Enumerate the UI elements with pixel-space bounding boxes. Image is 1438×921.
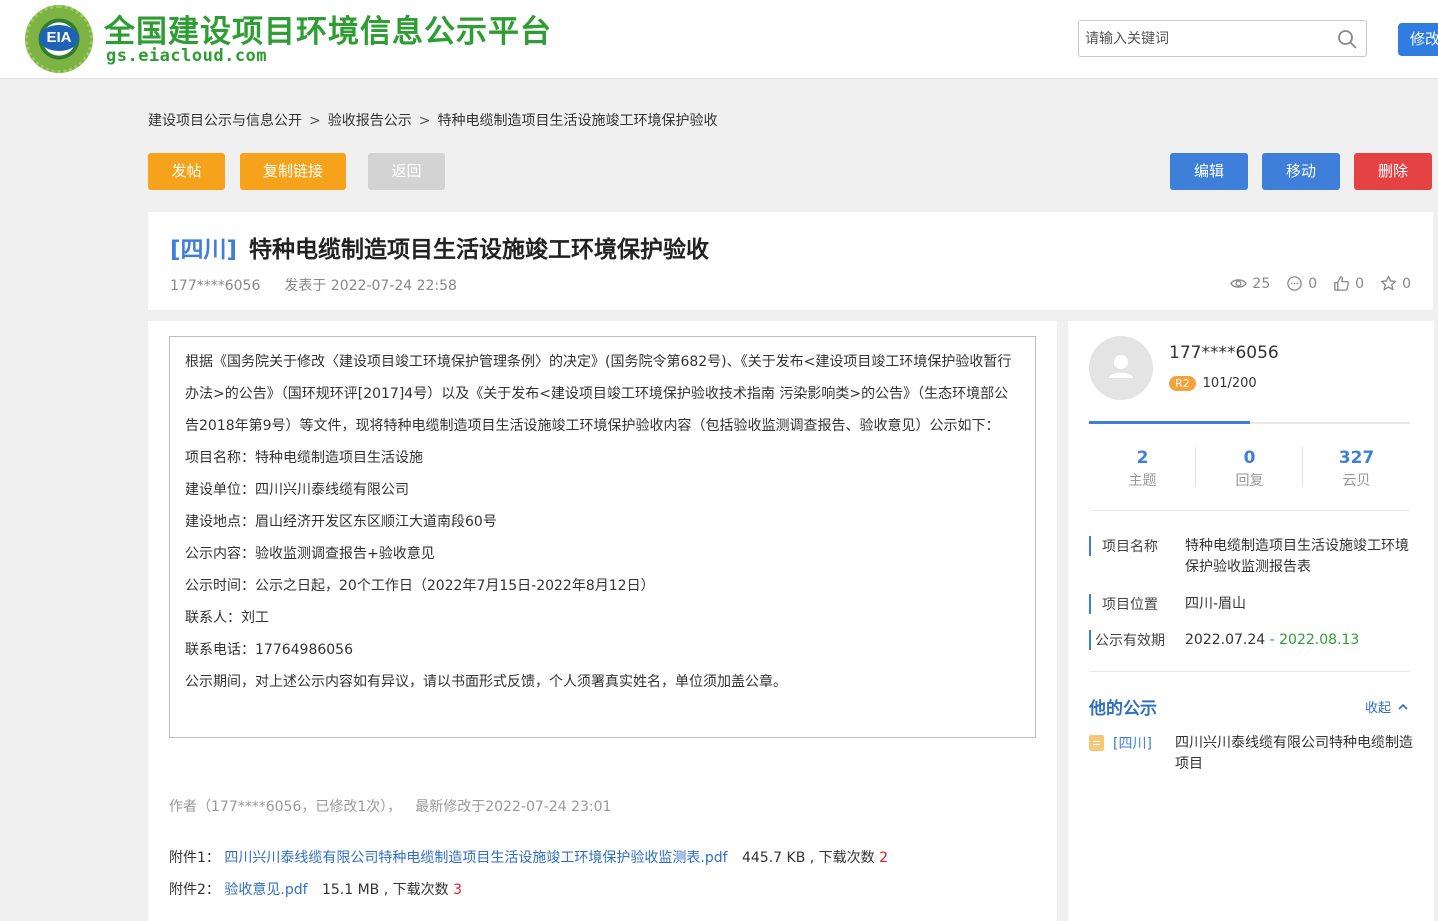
project-name-value: 特种电缆制造项目生活设施竣工环境保护验收监测报告表 xyxy=(1185,538,1409,575)
divider xyxy=(1089,510,1410,511)
post-region[interactable]: [四川] xyxy=(170,237,237,263)
post-meta: 177****6056 发表于 2022-07-24 22:58 xyxy=(170,275,457,295)
search-box xyxy=(1078,20,1367,57)
level-badge: R2 xyxy=(1169,376,1196,391)
validity-row: 公示有效期 2022.07.24 - 2022.08.13 xyxy=(1089,630,1419,652)
breadcrumb-item-category[interactable]: 验收报告公示 xyxy=(328,113,412,129)
attachment-size: 445.7 KB , 下载次数 xyxy=(741,850,875,866)
breadcrumb: 建设项目公示与信息公开 > 验收报告公示 > 特种电缆制造项目生活设施竣工环境保护验收 xyxy=(148,110,717,130)
breadcrumb-item-current: 特种电缆制造项目生活设施竣工环境保护验收 xyxy=(437,113,718,129)
breadcrumb-item-section[interactable]: 建设项目公示与信息公开 xyxy=(148,113,302,129)
chevron-up-icon xyxy=(1398,703,1408,710)
copy-link-button[interactable]: 复制链接 xyxy=(240,153,346,190)
project-location-row: 项目位置 四川-眉山 xyxy=(1089,594,1419,616)
comments-count: 0 xyxy=(1308,275,1318,292)
replies-count[interactable]: 0 回复 xyxy=(1196,448,1303,490)
notice-project-name: 项目名称：特种电缆制造项目生活设施 xyxy=(185,450,423,466)
avatar[interactable] xyxy=(1089,336,1153,400)
notice-location: 建设地点：眉山经济开发区东区顺江大道南段60号 xyxy=(185,514,497,530)
coins-count[interactable]: 327 云贝 xyxy=(1303,448,1410,490)
attachment-label: 附件2： xyxy=(169,882,220,898)
profile-tab-indicator xyxy=(1089,421,1410,424)
author-info: 作者（177****6056，已修改1次）， xyxy=(169,799,402,815)
search-input[interactable] xyxy=(1085,27,1325,51)
back-button[interactable]: 返回 xyxy=(368,153,445,190)
views-stat: 25 xyxy=(1230,275,1270,292)
author-line: 作者（177****6056，已修改1次）， 最新修改于2022-07-24 23… xyxy=(169,796,611,816)
breadcrumb-separator: > xyxy=(418,113,431,129)
attachment-downloads: 3 xyxy=(453,882,463,898)
notice-builder: 建设单位：四川兴川泰线缆有限公司 xyxy=(185,482,409,498)
level-progress: 101/200 xyxy=(1202,376,1257,391)
their-posts-title: 他的公示 xyxy=(1089,699,1157,719)
their-post-title[interactable]: 四川兴川泰线缆有限公司特种电缆制造项目 xyxy=(1175,733,1415,775)
notice-paragraph: 根据《国务院关于修改〈建设项目竣工环境保护管理条例〉的决定》(国务院令第682号… xyxy=(185,354,1012,434)
views-count: 25 xyxy=(1252,275,1271,292)
post-title-text: 特种电缆制造项目生活设施竣工环境保护验收 xyxy=(249,237,710,263)
author-sidebar: 177****6056 R2 101/200 2 主题 0 回复 327 云贝 … xyxy=(1068,321,1434,921)
site-domain: gs.eiacloud.com xyxy=(106,46,268,66)
document-icon xyxy=(1089,735,1104,751)
post-stats: 25 0 0 0 xyxy=(1230,275,1411,292)
modify-button[interactable]: 修改 xyxy=(1398,23,1438,56)
their-post-region[interactable]: [四川] xyxy=(1113,733,1152,753)
user-icon xyxy=(1109,355,1133,378)
site-logo[interactable]: EIA xyxy=(25,5,93,73)
comment-icon xyxy=(1287,276,1303,291)
thumbs-up-icon xyxy=(1334,276,1350,291)
notice-phone: 联系电话：17764986056 xyxy=(185,642,353,658)
likes-stat[interactable]: 0 xyxy=(1333,275,1364,292)
attachment-link[interactable]: 验收意见.pdf xyxy=(224,882,307,898)
post-content-card: 根据《国务院关于修改〈建设项目竣工环境保护管理条例〉的决定》(国务院令第682号… xyxy=(148,321,1057,921)
attachment-link[interactable]: 四川兴川泰线缆有限公司特种电缆制造项目生活设施竣工环境保护验收监测表.pdf xyxy=(224,850,727,866)
attachment-downloads: 2 xyxy=(879,850,889,866)
project-name-label: 项目名称 xyxy=(1089,536,1158,556)
notice-body: 根据《国务院关于修改〈建设项目竣工环境保护管理条例〉的决定》(国务院令第682号… xyxy=(169,336,1036,738)
user-level: R2 101/200 xyxy=(1169,376,1257,391)
attachment-label: 附件1： xyxy=(169,850,220,866)
post-header-card: [四川] 特种电缆制造项目生活设施竣工环境保护验收 177****6056 发表于 … xyxy=(148,212,1433,310)
move-button[interactable]: 移动 xyxy=(1262,153,1340,190)
notice-content: 公示内容：验收监测调查报告+验收意见 xyxy=(185,546,435,562)
post-title: [四川] 特种电缆制造项目生活设施竣工环境保护验收 xyxy=(170,230,709,264)
validity-value: 2022.07.24 - 2022.08.13 xyxy=(1185,632,1360,648)
search-icon[interactable] xyxy=(1337,29,1357,49)
notice-objection: 公示期间，对上述公示内容如有异议，请以书面形式反馈，个人须署真实姓名，单位须加盖… xyxy=(185,674,787,690)
modified-time: 最新修改于2022-07-24 23:01 xyxy=(415,799,612,815)
notice-period: 公示时间：公示之日起，20个工作日（2022年7月15日-2022年8月12日） xyxy=(185,578,655,594)
attachment-row: 附件1： 四川兴川泰线缆有限公司特种电缆制造项目生活设施竣工环境保护验收监测表.… xyxy=(169,847,888,867)
likes-count: 0 xyxy=(1355,275,1365,292)
validity-start: 2022.07.24 xyxy=(1185,632,1266,648)
project-location-value: 四川-眉山 xyxy=(1185,596,1247,612)
sidebar-username[interactable]: 177****6056 xyxy=(1169,343,1279,363)
breadcrumb-separator: > xyxy=(309,113,321,129)
post-author[interactable]: 177****6056 xyxy=(170,278,260,294)
delete-button[interactable]: 删除 xyxy=(1354,153,1432,190)
topics-count[interactable]: 2 主题 xyxy=(1089,448,1196,490)
post-date: 发表于 2022-07-24 22:58 xyxy=(284,278,457,294)
comments-stat[interactable]: 0 xyxy=(1286,275,1317,292)
logo-text: EIA xyxy=(39,25,79,51)
collapse-toggle[interactable]: 收起 xyxy=(1365,697,1409,716)
divider xyxy=(1089,671,1410,672)
star-icon xyxy=(1380,275,1397,291)
validity-label: 公示有效期 xyxy=(1089,630,1165,650)
favorites-stat[interactable]: 0 xyxy=(1380,275,1411,292)
favorites-count: 0 xyxy=(1402,275,1411,292)
notice-contact: 联系人：刘工 xyxy=(185,610,269,626)
validity-end: 2022.08.13 xyxy=(1279,632,1360,648)
project-location-label: 项目位置 xyxy=(1089,594,1158,614)
post-button[interactable]: 发帖 xyxy=(148,153,225,190)
edit-button[interactable]: 编辑 xyxy=(1170,153,1248,190)
top-bar: EIA 全国建设项目环境信息公示平台 gs.eiacloud.com 修改 xyxy=(0,0,1438,79)
project-name-row: 项目名称 特种电缆制造项目生活设施竣工环境保护验收监测报告表 xyxy=(1089,536,1419,580)
site-title[interactable]: 全国建设项目环境信息公示平台 xyxy=(104,6,552,51)
eye-icon xyxy=(1230,279,1248,288)
attachment-row: 附件2： 验收意见.pdf 15.1 MB , 下载次数 3 xyxy=(169,879,462,899)
attachment-size: 15.1 MB , 下载次数 xyxy=(321,882,449,898)
